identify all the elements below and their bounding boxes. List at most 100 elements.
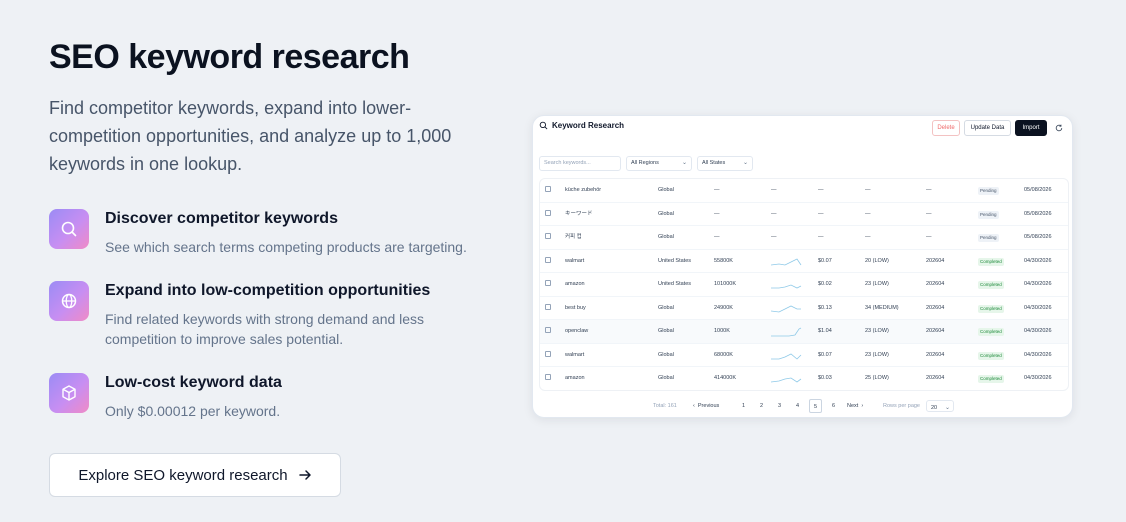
cell-region: Global — [658, 234, 674, 240]
status-badge: Pending — [978, 187, 999, 195]
update-data-button[interactable]: Update Data — [964, 120, 1011, 136]
page-button[interactable]: 5 — [809, 399, 822, 413]
rows-per-page-value: 20 — [931, 405, 938, 411]
next-button[interactable]: Next › — [847, 399, 863, 413]
status-badge: Completed — [978, 375, 1004, 383]
explore-seo-button[interactable]: Explore SEO keyword research — [49, 453, 341, 497]
table-row[interactable]: best buy Global 24900K $0.13 34 (MEDIUM) 2026… — [540, 297, 1068, 320]
cell-volume: — — [714, 187, 720, 193]
feature-title: Discover competitor keywords — [105, 210, 338, 227]
feature-description: Only $0.00012 per keyword. — [105, 403, 281, 419]
cell-cpc: — — [818, 187, 824, 193]
cell-volume: 24900K — [714, 304, 733, 311]
preview-title: Keyword Research — [552, 121, 625, 130]
table-row[interactable]: amazon Global 414000K $0.03 25 (LOW) 202604 04… — [540, 367, 1068, 390]
cell-region: Global — [658, 304, 674, 311]
page-button[interactable]: 4 — [791, 399, 804, 413]
cell-keyword: best buy — [565, 304, 586, 311]
cell-cpc: $0.07 — [818, 351, 832, 358]
cell-keyword: amazon — [565, 375, 585, 381]
cell-region: United States — [658, 257, 692, 264]
cell-cpc: $0.03 — [818, 375, 832, 381]
cell-competition: 20 (LOW) — [865, 257, 889, 264]
cell-cpc: $0.02 — [818, 281, 832, 287]
status-badge: Pending — [978, 210, 999, 219]
cell-date: 04/30/2026 — [1024, 375, 1052, 381]
trend-sparkline — [771, 257, 802, 265]
chevron-down-icon: ⌄ — [681, 160, 687, 166]
trend-sparkline — [771, 327, 802, 337]
row-checkbox[interactable] — [545, 303, 551, 310]
row-checkbox[interactable] — [545, 233, 551, 239]
table-row[interactable]: amazon United States 101000K $0.02 23 (LOW) 2… — [540, 273, 1068, 297]
feature-title: Low-cost keyword data — [105, 374, 282, 391]
pagination: Total: 161 ‹ Previous 123456 Next › Rows… — [533, 399, 1072, 413]
table-row[interactable]: walmart United States 55800K $0.07 20 (LOW) 2… — [540, 250, 1068, 273]
cell-volume: 414000K — [714, 375, 737, 381]
cell-updated: 202604 — [926, 351, 945, 358]
trend-sparkline — [771, 284, 802, 289]
state-select-value: All States — [702, 160, 726, 166]
cell-date: 04/30/2026 — [1024, 304, 1052, 311]
page-button[interactable]: 6 — [827, 399, 840, 413]
total-count: Total: 161 — [653, 403, 677, 409]
table-row[interactable]: küche zubehör Global — — — — 05/08/2026 — Pendin… — [540, 179, 1068, 203]
cell-updated: — — [926, 187, 932, 193]
keyword-table: küche zubehör Global — — — — 05/08/2026 — Pendin… — [539, 178, 1069, 391]
cell-region: Global — [658, 351, 674, 358]
delete-button[interactable]: Delete — [932, 120, 960, 136]
previous-button[interactable]: ‹ Previous — [693, 399, 719, 413]
preview-header: Keyword Research — [539, 121, 624, 130]
keyword-search-input[interactable]: Search keywords... — [539, 156, 621, 171]
table-row[interactable]: キーワード Global — — — — 05/08/2026 — Pending — [540, 203, 1068, 226]
cell-updated: 202604 — [926, 257, 945, 264]
state-select[interactable]: All States ⌄ — [697, 156, 753, 171]
table-row[interactable]: openclaw Global 1000K $1.04 23 (LOW) 202604 04… — [540, 320, 1068, 344]
cell-competition: — — [865, 234, 871, 240]
row-checkbox[interactable] — [545, 280, 551, 286]
app-preview: Keyword Research Delete Update Data Impo… — [532, 115, 1073, 418]
cell-updated: 202604 — [926, 304, 945, 311]
page-button[interactable]: 2 — [755, 399, 768, 413]
table-row[interactable]: walmart Global 68000K $0.07 23 (LOW) 202604 04… — [540, 344, 1068, 367]
feature-description: Find related keywords with strong demand… — [105, 311, 425, 347]
table-row[interactable]: 커피 컵 Global — — — — 05/08/2026 — Pending — [540, 226, 1068, 250]
cell-date: 04/30/2026 — [1024, 328, 1052, 334]
page-button[interactable]: 3 — [773, 399, 786, 413]
refresh-icon[interactable] — [1053, 122, 1065, 134]
cell-region: Global — [658, 210, 674, 217]
cell-competition: 34 (MEDIUM) — [865, 304, 899, 311]
row-checkbox[interactable] — [545, 350, 551, 357]
feature-description: See which search terms competing product… — [105, 239, 467, 255]
row-checkbox[interactable] — [545, 327, 551, 333]
cell-cpc: $0.07 — [818, 257, 832, 264]
row-checkbox[interactable] — [545, 374, 551, 380]
cell-updated: — — [926, 234, 932, 240]
cell-keyword: 커피 컵 — [565, 234, 582, 240]
cell-keyword: openclaw — [565, 328, 589, 334]
arrow-right-icon — [298, 470, 311, 480]
rows-per-page-select[interactable]: 20 ⌄ — [926, 400, 954, 412]
row-checkbox[interactable] — [545, 186, 551, 192]
cell-volume: 1000K — [714, 328, 730, 334]
previous-label: Previous — [697, 403, 720, 409]
cell-date: 05/08/2026 — [1024, 234, 1052, 240]
page-button[interactable]: 1 — [737, 399, 750, 413]
cell-competition: 23 (LOW) — [865, 351, 889, 358]
cell-trend: — — [771, 187, 777, 193]
cell-updated: — — [926, 210, 932, 217]
cell-keyword: amazon — [565, 281, 585, 287]
region-select[interactable]: All Regions ⌄ — [626, 156, 692, 171]
trend-sparkline — [771, 305, 801, 312]
row-checkbox[interactable] — [545, 209, 551, 216]
cell-competition: 23 (LOW) — [865, 281, 889, 287]
explore-button-label: Explore SEO keyword research — [78, 466, 288, 484]
cell-keyword: walmart — [565, 257, 585, 264]
table-row-partial — [540, 391, 1069, 392]
page-subtitle: Find competitor keywords, expand into lo… — [49, 98, 452, 174]
globe-icon — [49, 281, 89, 321]
cell-competition: — — [865, 187, 871, 193]
search-icon — [49, 209, 89, 249]
row-checkbox[interactable] — [545, 256, 551, 263]
import-button[interactable]: Import — [1015, 120, 1047, 136]
